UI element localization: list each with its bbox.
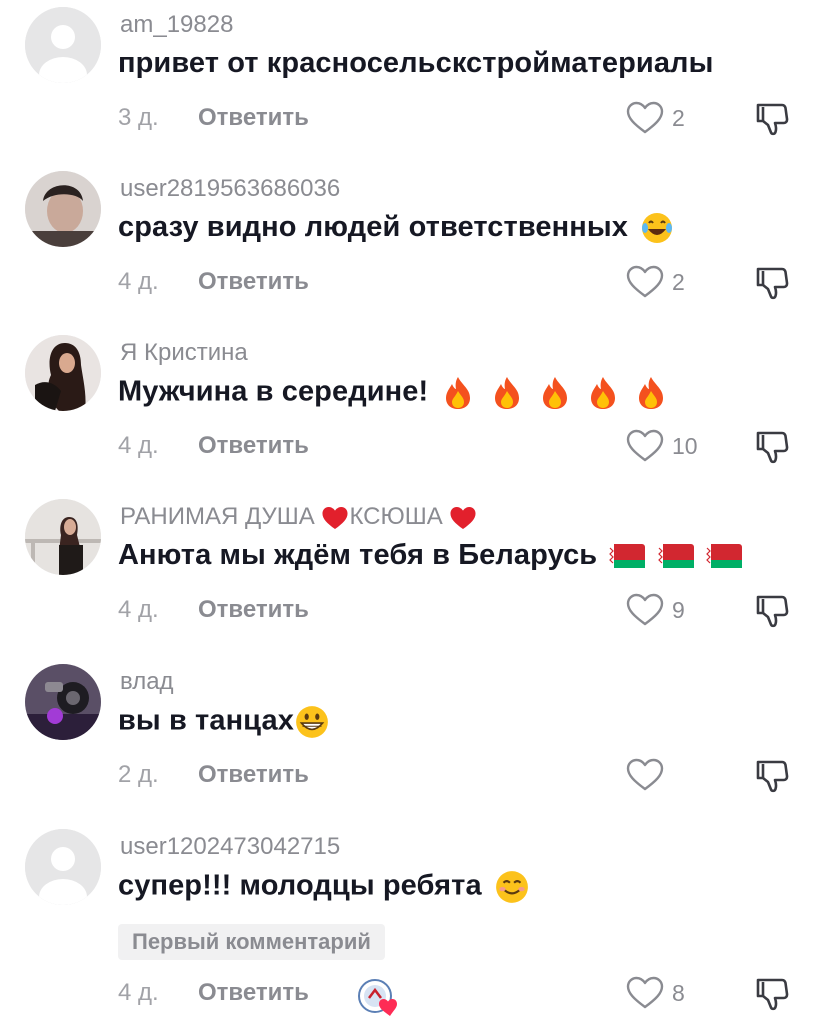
heart-icon[interactable]	[626, 976, 664, 1010]
user-photo-icon	[25, 171, 101, 247]
comment-username[interactable]: Я Кристина	[120, 339, 248, 367]
avatar[interactable]	[25, 171, 101, 247]
heart-icon[interactable]	[626, 429, 664, 463]
comment-time: 4 д.	[118, 268, 159, 295]
first-comment-badge: Первый комментарий	[118, 924, 385, 960]
fire-emoji-group	[436, 376, 669, 409]
comment-time: 4 д.	[118, 432, 159, 459]
avatar[interactable]	[25, 664, 101, 740]
comment-username[interactable]: влад	[120, 668, 174, 696]
comment-text: сразу видно людей ответственных	[118, 211, 674, 245]
red-heart-icon	[322, 506, 348, 529]
like-count: 2	[672, 269, 685, 295]
comment-text: вы в танцах	[118, 704, 330, 740]
comment-username[interactable]: user2819563686036	[120, 175, 340, 203]
fire-emoji-icon	[590, 377, 615, 409]
fire-emoji-icon	[542, 377, 567, 409]
reply-button[interactable]: Ответить	[198, 268, 309, 296]
dislike-icon[interactable]	[752, 263, 792, 303]
like-count: 2	[672, 105, 685, 131]
reply-button[interactable]: Ответить	[198, 761, 309, 789]
dislike-icon[interactable]	[752, 756, 792, 796]
comment-time: 4 д.	[118, 979, 159, 1006]
avatar[interactable]	[25, 499, 101, 575]
fire-emoji-icon	[639, 377, 664, 409]
dislike-icon[interactable]	[752, 591, 792, 631]
comment-username[interactable]: am_19828	[120, 11, 233, 39]
user-photo-icon	[25, 664, 101, 740]
heart-icon[interactable]	[626, 593, 664, 627]
belarus-flag-emoji-icon	[609, 544, 646, 569]
user-photo-icon	[25, 499, 101, 575]
default-avatar-icon	[25, 7, 101, 83]
avatar[interactable]	[25, 829, 101, 905]
comment-username[interactable]: РАНИМАЯ ДУША КСЮША	[120, 503, 477, 531]
like-count: 9	[672, 597, 685, 623]
comment-text: привет от красносельскстройматериалы	[118, 47, 714, 79]
fire-emoji-icon	[494, 377, 519, 409]
belarus-flag-emoji-icon	[657, 544, 694, 569]
reply-button[interactable]: Ответить	[198, 979, 309, 1007]
reply-button[interactable]: Ответить	[198, 104, 309, 132]
comment-time: 4 д.	[118, 596, 159, 623]
avatar[interactable]	[25, 335, 101, 411]
heart-icon[interactable]	[626, 758, 664, 792]
avatar[interactable]	[25, 7, 101, 83]
heart-icon[interactable]	[626, 101, 664, 135]
red-heart-icon	[450, 506, 476, 529]
comment-text: Анюта мы ждём тебя в Беларусь	[118, 539, 742, 572]
default-avatar-icon	[25, 829, 101, 905]
comment-time: 2 д.	[118, 761, 159, 788]
user-photo-icon	[25, 335, 101, 411]
dislike-icon[interactable]	[752, 974, 792, 1014]
like-count: 10	[672, 433, 698, 459]
smiling-emoji-icon	[495, 871, 528, 903]
fire-emoji-icon	[446, 377, 471, 409]
comment-username[interactable]: user1202473042715	[120, 833, 340, 861]
comment-text: Мужчина в середине!	[118, 375, 669, 411]
belarus-flag-emoji-icon	[705, 544, 742, 569]
like-count: 8	[672, 980, 685, 1006]
reply-button[interactable]: Ответить	[198, 432, 309, 460]
tears-of-joy-emoji-icon	[642, 213, 673, 244]
comment-time: 3 д.	[118, 104, 159, 131]
dislike-icon[interactable]	[752, 99, 792, 139]
dislike-icon[interactable]	[752, 427, 792, 467]
heart-icon[interactable]	[626, 265, 664, 299]
reply-button[interactable]: Ответить	[198, 596, 309, 624]
comment-text: супер!!! молодцы ребята	[118, 869, 530, 905]
grinning-emoji-icon	[296, 706, 328, 738]
creator-liked-icon	[358, 979, 397, 1016]
